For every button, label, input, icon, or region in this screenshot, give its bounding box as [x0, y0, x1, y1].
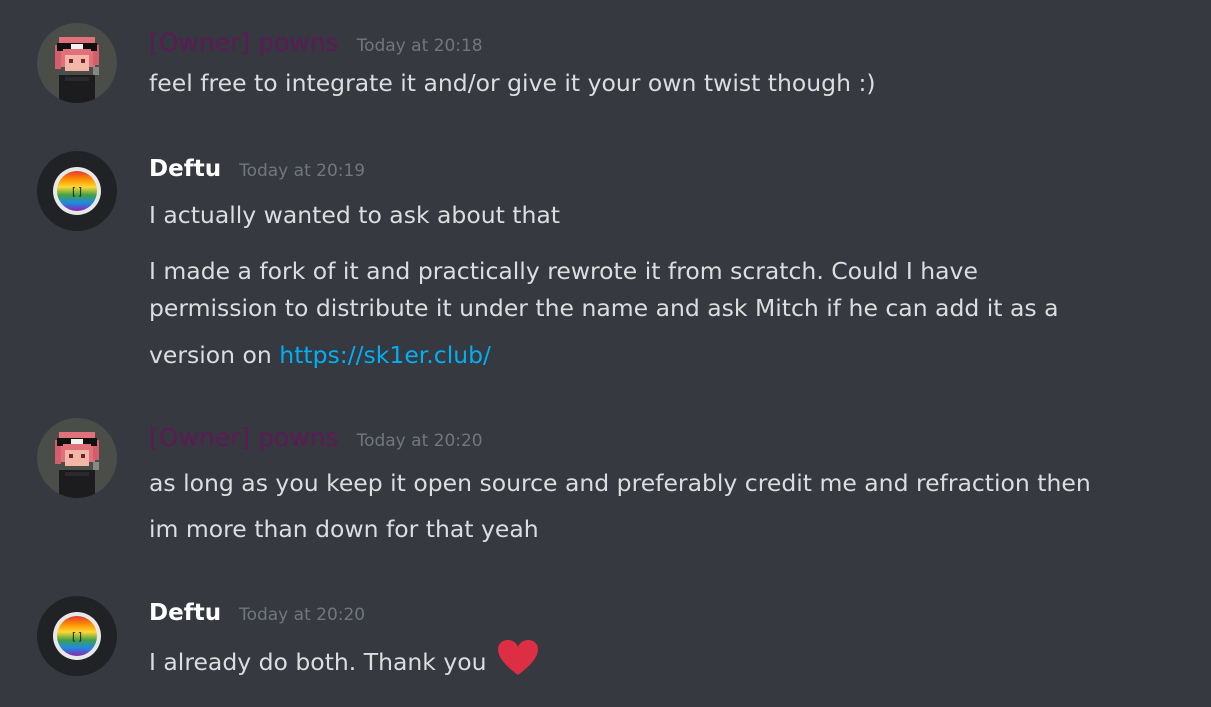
message-header: Deftu Today at 20:19: [149, 156, 365, 186]
message-text-with-emoji: I already do both. Thank you: [149, 639, 1199, 688]
deftu-avatar-icon: []: [37, 151, 117, 231]
message-text: permission to distribute it under the na…: [149, 294, 1059, 322]
timestamp[interactable]: Today at 20:19: [239, 161, 365, 181]
avatar-powns[interactable]: [37, 23, 117, 103]
message-header: [Owner] powns Today at 20:18: [149, 28, 483, 58]
message-text-with-link: version on https://sk1er.club/: [149, 337, 1199, 374]
message-header: Deftu Today at 20:20: [149, 600, 365, 630]
message-text: as long as you keep it open source and p…: [149, 469, 1091, 497]
message-text: im more than down for that yeah: [149, 515, 539, 543]
deftu-avatar-icon: []: [37, 596, 117, 676]
svg-text:[]: []: [70, 630, 83, 643]
powns-avatar-icon: [37, 23, 117, 103]
sk1er-link[interactable]: https://sk1er.club/: [279, 341, 491, 369]
username[interactable]: Deftu: [149, 600, 221, 626]
heart-icon[interactable]: [497, 639, 539, 688]
powns-avatar-icon: [37, 418, 117, 498]
avatar-deftu[interactable]: []: [37, 596, 117, 676]
avatar-deftu[interactable]: []: [37, 151, 117, 231]
timestamp[interactable]: Today at 20:20: [357, 431, 483, 451]
username[interactable]: [Owner] powns: [149, 28, 339, 57]
message-text: feel free to integrate it and/or give it…: [149, 69, 876, 97]
message-text: version on: [149, 341, 280, 369]
message-text: I made a fork of it and practically rewr…: [149, 257, 978, 285]
message-header: [Owner] powns Today at 20:20: [149, 423, 483, 453]
timestamp[interactable]: Today at 20:18: [357, 36, 483, 56]
username[interactable]: Deftu: [149, 156, 221, 182]
avatar-powns[interactable]: [37, 418, 117, 498]
username[interactable]: [Owner] powns: [149, 423, 339, 452]
svg-text:[]: []: [70, 185, 83, 198]
message-text: I actually wanted to ask about that: [149, 201, 561, 229]
timestamp[interactable]: Today at 20:20: [239, 605, 365, 625]
message-text: I already do both. Thank you: [149, 648, 495, 676]
